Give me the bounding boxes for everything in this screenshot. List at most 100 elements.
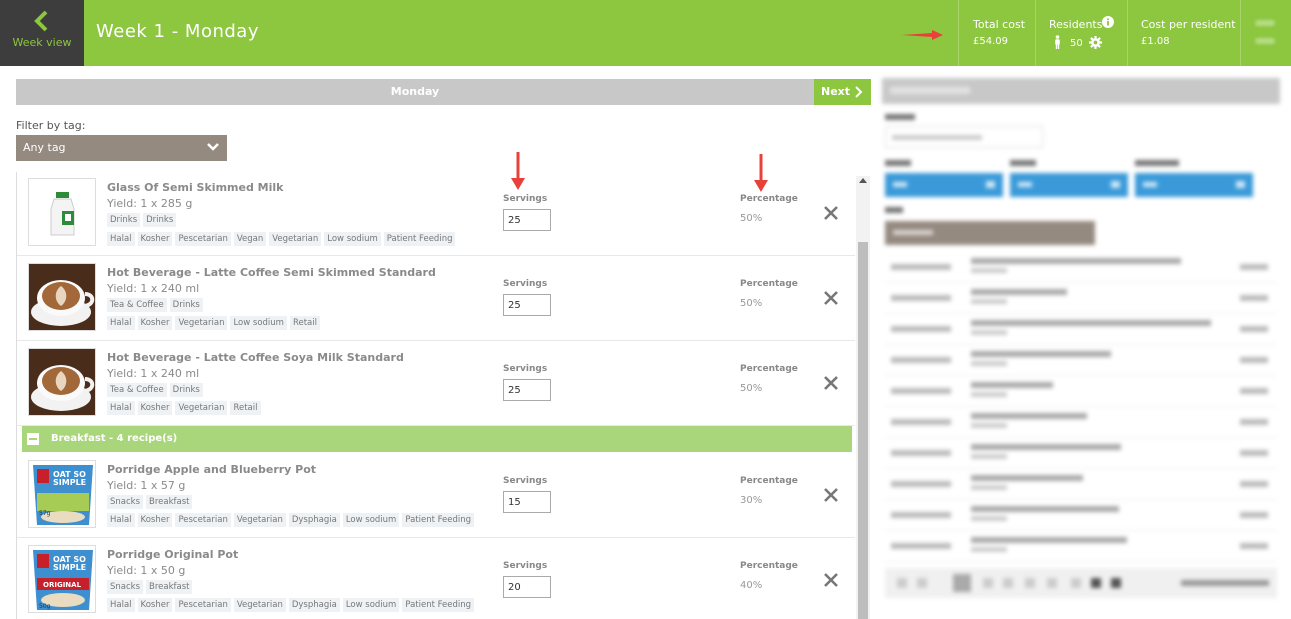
oat-pot-icon: OAT SO SIMPLE 57g xyxy=(29,461,95,527)
recipe-image xyxy=(28,263,96,331)
diet-tag: Retail xyxy=(289,316,320,330)
close-icon[interactable] xyxy=(823,375,839,391)
recipe-yield: Yield: 1 x 240 ml xyxy=(107,282,200,295)
search-result-row[interactable] xyxy=(885,252,1277,283)
diet-tag: Dysphagia xyxy=(288,598,340,612)
percentage-value: 30% xyxy=(740,495,763,506)
category-tag: Snacks xyxy=(107,580,144,594)
category-tag: Snacks xyxy=(107,495,144,509)
next-button[interactable]: Next xyxy=(814,79,871,105)
diet-tag: Pescetarian xyxy=(175,598,231,612)
diet-tag: Vegan xyxy=(233,232,267,246)
page-title: Week 1 - Monday xyxy=(96,21,259,42)
search-result-row[interactable] xyxy=(885,283,1277,314)
diet-tag: Low sodium xyxy=(342,513,400,527)
diet-tag: Halal xyxy=(107,316,135,330)
diet-tag: Halal xyxy=(107,232,135,246)
page-button[interactable] xyxy=(1047,578,1057,588)
close-icon[interactable] xyxy=(823,205,839,221)
category-select[interactable] xyxy=(1010,173,1128,197)
servings-label: Servings xyxy=(503,194,548,204)
recipe-image: OAT SO SIMPLE 57g xyxy=(28,460,96,528)
menu-select[interactable] xyxy=(885,173,1003,197)
diet-tag: Kosher xyxy=(137,401,173,415)
scroll-up-icon[interactable] xyxy=(859,178,867,183)
recipe-yield: Yield: 1 x 240 ml xyxy=(107,367,200,380)
diet-tag: Vegetarian xyxy=(175,316,228,330)
close-icon[interactable] xyxy=(823,572,839,588)
tag-filter-select[interactable]: Any tag xyxy=(16,135,227,161)
last-page-icon[interactable] xyxy=(1111,578,1121,588)
week-view-button[interactable]: Week view xyxy=(0,0,84,66)
servings-input[interactable] xyxy=(503,379,551,401)
tags-select[interactable] xyxy=(885,221,1095,245)
total-cost-value: £54.09 xyxy=(973,36,1008,47)
next-label: Next xyxy=(821,85,851,98)
chevron-left-icon xyxy=(34,10,48,32)
diet-tag: Low sodium xyxy=(342,598,400,612)
prev-page-icon[interactable] xyxy=(917,578,927,588)
pagination-info xyxy=(1181,580,1269,586)
subcategory-select[interactable] xyxy=(1135,173,1253,197)
percentage-value: 40% xyxy=(740,580,763,591)
recipe-name[interactable]: Glass Of Semi Skimmed Milk xyxy=(107,181,283,194)
search-label-placeholder xyxy=(885,114,915,120)
recipe-yield: Yield: 1 x 50 g xyxy=(107,564,186,577)
page-button[interactable] xyxy=(983,578,993,588)
search-result-row[interactable] xyxy=(885,314,1277,345)
next-page-icon[interactable] xyxy=(1091,578,1101,588)
search-result-row[interactable] xyxy=(885,376,1277,407)
search-result-row[interactable] xyxy=(885,345,1277,376)
scrollbar-thumb[interactable] xyxy=(858,242,868,619)
servings-input[interactable] xyxy=(503,209,551,231)
recipe-search-input[interactable] xyxy=(885,126,1043,148)
day-header: Monday xyxy=(16,79,814,105)
page-button[interactable] xyxy=(953,574,971,592)
search-result-row[interactable] xyxy=(885,469,1277,500)
category-tag: Drinks xyxy=(169,298,203,312)
diet-tag: Patient Feeding xyxy=(402,513,475,527)
diet-tag: Patient Feeding xyxy=(402,598,475,612)
gear-icon[interactable] xyxy=(1089,36,1102,49)
recipe-name[interactable]: Hot Beverage - Latte Coffee Semi Skimmed… xyxy=(107,266,436,279)
cost-per-resident-stat: Cost per resident £1.08 xyxy=(1127,0,1240,66)
page-button[interactable] xyxy=(1003,578,1013,588)
recipe-name[interactable]: Porridge Original Pot xyxy=(107,548,238,561)
diet-tag: Kosher xyxy=(137,232,173,246)
breakfast-group-header[interactable]: Breakfast - 4 recipe(s) xyxy=(22,426,852,452)
search-result-row[interactable] xyxy=(885,500,1277,531)
diet-tag: Halal xyxy=(107,513,135,527)
servings-input[interactable] xyxy=(503,294,551,316)
diet-tag: Pescetarian xyxy=(175,513,231,527)
recipe-name[interactable]: Hot Beverage - Latte Coffee Soya Milk St… xyxy=(107,351,404,364)
search-result-row[interactable] xyxy=(885,531,1277,562)
first-page-icon[interactable] xyxy=(897,578,907,588)
servings-label: Servings xyxy=(503,476,548,486)
filter-label: Filter by tag: xyxy=(16,119,86,132)
category-tags: Drinks Drinks xyxy=(107,213,177,227)
tag-filter-value: Any tag xyxy=(23,141,66,154)
servings-input[interactable] xyxy=(503,576,551,598)
info-icon[interactable] xyxy=(1102,16,1114,28)
collapse-icon[interactable] xyxy=(27,433,39,445)
percentage-label: Percentage xyxy=(740,194,798,204)
category-tag: Tea & Coffee xyxy=(107,298,167,312)
category-tags: Tea & Coffee Drinks xyxy=(107,298,203,312)
servings-label: Servings xyxy=(503,561,548,571)
oat-pot-icon: OAT SO SIMPLE ORIGINAL 50g xyxy=(29,546,95,612)
category-tag: Drinks xyxy=(169,383,203,397)
search-panel-header xyxy=(882,78,1280,104)
latte-cup-icon xyxy=(29,349,95,415)
search-result-row[interactable] xyxy=(885,407,1277,438)
close-icon[interactable] xyxy=(823,290,839,306)
recipe-row: OAT SO SIMPLE 57g Porridge Apple and Blu… xyxy=(17,454,855,538)
residents-stat: Residents 50 xyxy=(1035,0,1127,66)
recipe-image xyxy=(28,348,96,416)
page-button[interactable] xyxy=(1025,578,1035,588)
list-scrollbar[interactable] xyxy=(856,176,870,619)
recipe-name[interactable]: Porridge Apple and Blueberry Pot xyxy=(107,463,316,476)
page-button[interactable] xyxy=(1071,578,1081,588)
servings-input[interactable] xyxy=(503,491,551,513)
search-result-row[interactable] xyxy=(885,438,1277,469)
close-icon[interactable] xyxy=(823,487,839,503)
